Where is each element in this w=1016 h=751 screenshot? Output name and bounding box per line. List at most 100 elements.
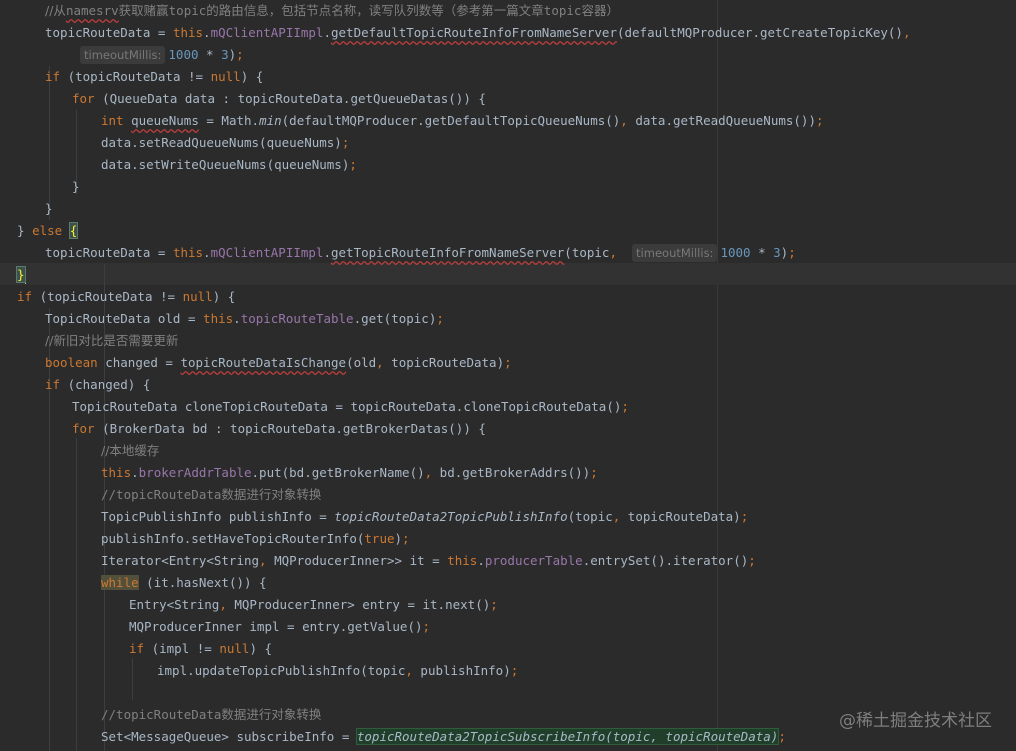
watermark: @稀土掘金技术社区: [839, 711, 992, 731]
code-line[interactable]: //topicRouteData数据进行对象转换: [101, 484, 321, 506]
code-token: 1000: [720, 245, 751, 260]
code-line[interactable]: //新旧对比是否需要更新: [45, 330, 178, 352]
code-token: }: [17, 223, 33, 238]
code-token: ;: [436, 311, 444, 326]
code-token: ;: [788, 245, 796, 260]
code-token: data.getReadQueueNums()): [627, 113, 816, 128]
code-token: ;: [349, 157, 357, 172]
code-line[interactable]: }: [72, 176, 80, 198]
code-token: = Math.: [198, 113, 260, 128]
code-token: ;: [490, 597, 498, 612]
code-token: 1000: [168, 47, 199, 62]
code-token: changed =: [97, 355, 181, 370]
code-editor[interactable]: //从namesrv获取赌赢topic的路由信息，包括节点名称，读写队列数等（参…: [0, 0, 1016, 751]
code-line[interactable]: boolean changed = topicRouteDataIsChange…: [45, 352, 512, 374]
code-token: impl.updateTopicPublishInfo(topic: [157, 663, 406, 678]
code-token: MQProducerInner impl = entry.getValue(): [129, 619, 423, 634]
code-line[interactable]: } else {: [17, 220, 79, 242]
code-token: 3: [773, 245, 781, 260]
code-token: topicRouteData): [383, 355, 505, 370]
code-token: ;: [590, 465, 598, 480]
code-token: min: [259, 113, 282, 128]
code-line[interactable]: this.brokerAddrTable.put(bd.getBrokerNam…: [101, 462, 598, 484]
code-token: ) {: [249, 641, 273, 656]
code-line[interactable]: TopicPublishInfo publishInfo = topicRout…: [101, 506, 748, 528]
code-line[interactable]: topicRouteData = this.mQClientAPIImpl.ge…: [45, 242, 796, 264]
code-token: ): [228, 47, 237, 62]
code-line[interactable]: for (QueueData data : topicRouteData.get…: [72, 88, 486, 110]
code-line[interactable]: //topicRouteData数据进行对象转换: [101, 704, 321, 726]
code-line[interactable]: if (topicRouteData != null) {: [45, 66, 263, 88]
code-token: (defaultMQProducer.getCreateTopicKey(): [616, 25, 903, 40]
code-line[interactable]: Set<MessageQueue> subscribeInfo = topicR…: [101, 726, 786, 748]
code-token: publishInfo): [412, 663, 511, 678]
indent-guide: [49, 66, 50, 220]
code-token: ;: [402, 531, 410, 546]
code-token: //从: [45, 3, 66, 18]
code-token: ,: [219, 597, 227, 612]
code-line[interactable]: while (it.hasNext()) {: [101, 572, 267, 594]
code-token: null: [182, 289, 213, 304]
code-line[interactable]: //从namesrv获取赌赢topic的路由信息，包括节点名称，读写队列数等（参…: [45, 0, 619, 22]
code-token: ,: [405, 663, 413, 678]
code-line[interactable]: if (impl != null) {: [129, 638, 272, 660]
code-token: //新旧对比是否需要更新: [45, 333, 179, 348]
code-token: ) {: [212, 289, 236, 304]
code-line[interactable]: TopicRouteData old = this.topicRouteTabl…: [45, 308, 444, 330]
code-token: Iterator<Entry<String: [101, 553, 260, 568]
code-line[interactable]: //本地缓存: [101, 440, 159, 462]
code-token: ;: [422, 619, 431, 634]
code-token: TopicRouteData cloneTopicRouteData = top…: [72, 399, 622, 414]
code-line[interactable]: topicRouteData = this.mQClientAPIImpl.ge…: [45, 22, 911, 44]
parameter-hint: timeoutMillis:: [80, 46, 166, 64]
code-token: 获取赌赢: [118, 3, 169, 18]
code-token: }: [72, 179, 80, 194]
code-line[interactable]: impl.updateTopicPublishInfo(topic, publi…: [157, 660, 518, 682]
code-token: topicRouteTable: [240, 311, 354, 326]
code-token: namesrv: [65, 3, 119, 18]
code-token: while: [101, 575, 139, 590]
code-token: mQClientAPIImpl: [210, 25, 324, 40]
code-token: this: [172, 245, 204, 260]
code-token: {: [68, 222, 79, 239]
code-token: this: [172, 25, 204, 40]
code-line[interactable]: int queueNums = Math.min(defaultMQProduc…: [101, 110, 824, 132]
code-token: ,: [902, 25, 911, 40]
code-line[interactable]: Entry<String, MQProducerInner> entry = i…: [129, 594, 498, 616]
code-token: topicRouteData =: [45, 245, 173, 260]
code-token: ,: [609, 245, 617, 260]
caret-row-highlight: [0, 263, 1016, 285]
code-token: ,: [620, 113, 628, 128]
code-token: getTopicRouteInfoFromNameServer: [331, 245, 565, 260]
code-token: ;: [510, 663, 519, 678]
code-line[interactable]: if (changed) {: [45, 374, 150, 396]
code-token: *: [750, 245, 774, 260]
code-token: ;: [778, 729, 786, 744]
code-token: ,: [259, 553, 267, 568]
code-line[interactable]: if (topicRouteData != null) {: [17, 286, 235, 308]
code-token: mQClientAPIImpl: [210, 245, 324, 260]
code-line[interactable]: data.setWriteQueueNums(queueNums);: [101, 154, 357, 176]
code-token: (defaultMQProducer.getDefaultTopicQueueN…: [281, 113, 621, 128]
code-line[interactable]: }: [16, 264, 26, 286]
code-token: queueNums: [131, 113, 199, 128]
code-line[interactable]: publishInfo.setHaveTopicRouterInfo(true)…: [101, 528, 410, 550]
code-token: 数据进行对象转换: [221, 487, 322, 502]
code-token: .: [477, 553, 485, 568]
code-line[interactable]: for (BrokerData bd : topicRouteData.getB…: [72, 418, 486, 440]
code-line[interactable]: TopicRouteData cloneTopicRouteData = top…: [72, 396, 629, 418]
code-token: if: [17, 289, 33, 304]
code-token: (it.hasNext()) {: [138, 575, 267, 590]
code-line[interactable]: timeoutMillis: 1000 * 3);: [80, 44, 244, 66]
code-token: topicRouteData2TopicSubscribeInfo(topic,…: [355, 728, 780, 745]
code-token: TopicRouteData old =: [45, 311, 204, 326]
code-line[interactable]: Iterator<Entry<String, MQProducerInner>>…: [101, 550, 756, 572]
code-line[interactable]: }: [45, 198, 53, 220]
code-token: .: [203, 245, 211, 260]
code-token: }: [45, 201, 53, 216]
code-line[interactable]: MQProducerInner impl = entry.getValue();: [129, 616, 430, 638]
code-token: (QueueData data : topicRouteData.getQueu…: [94, 91, 486, 106]
code-line[interactable]: data.setReadQueueNums(queueNums);: [101, 132, 349, 154]
code-token: (topicRouteData !=: [32, 289, 183, 304]
